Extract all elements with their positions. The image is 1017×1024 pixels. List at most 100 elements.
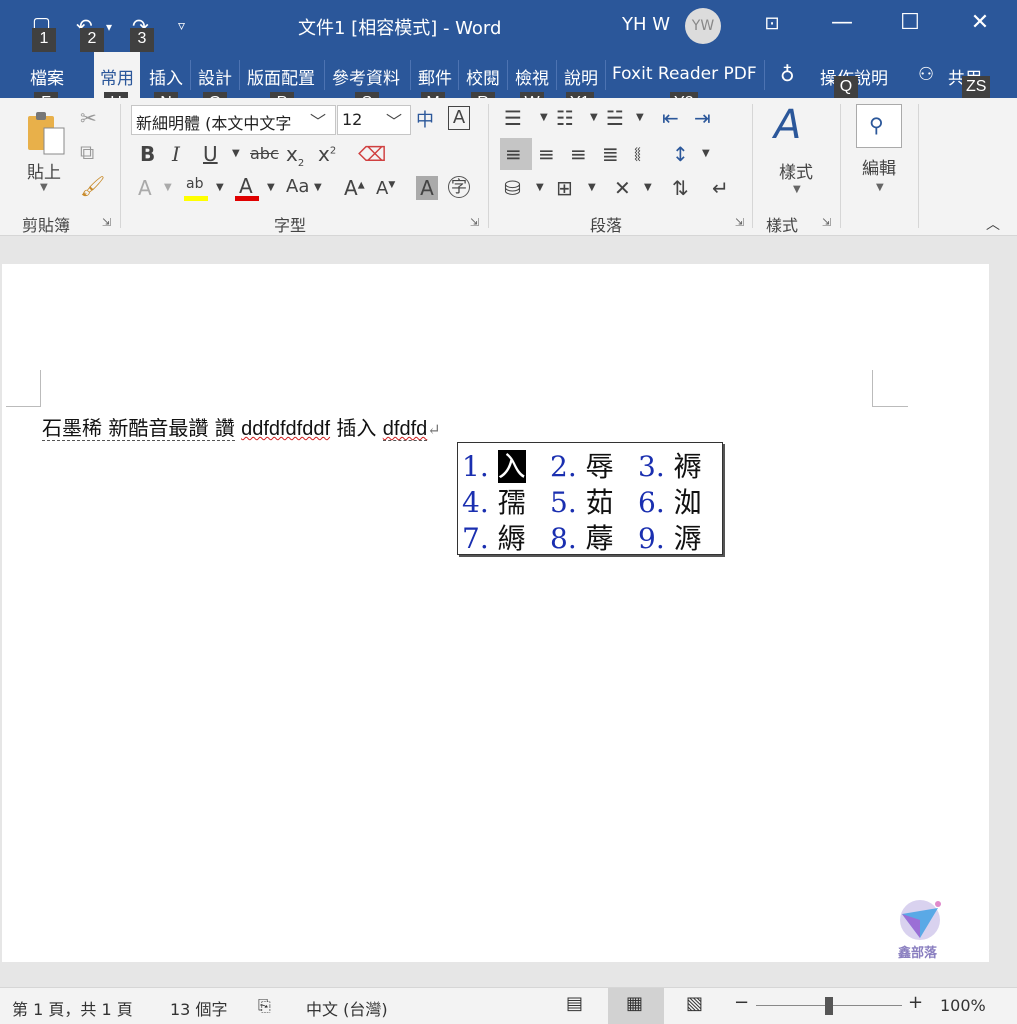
avatar[interactable]: YW bbox=[685, 8, 721, 44]
undo-dropdown-icon[interactable]: ▾ bbox=[106, 20, 112, 34]
distributed-icon[interactable]: ⧛ bbox=[634, 142, 641, 166]
paste-button[interactable]: 貼上 bbox=[27, 158, 61, 183]
italic-icon[interactable]: I bbox=[172, 142, 180, 166]
share-icon[interactable]: ⚇ bbox=[918, 64, 934, 85]
font-color-dropdown-icon[interactable]: ▼ bbox=[267, 182, 275, 193]
superscript-icon[interactable]: x2 bbox=[318, 142, 336, 166]
subscript-icon[interactable]: x2 bbox=[286, 142, 304, 169]
multilevel-dropdown-icon[interactable]: ▼ bbox=[636, 112, 644, 123]
page-count[interactable]: 第 1 頁，共 1 頁 bbox=[12, 996, 133, 1020]
asian-layout-icon[interactable]: ✕ bbox=[614, 176, 631, 200]
tab-help[interactable]: 說明 bbox=[564, 64, 598, 89]
borders-dropdown-icon[interactable]: ▼ bbox=[588, 182, 596, 193]
show-hide-marks-icon[interactable]: ↵ bbox=[712, 176, 729, 200]
phonetic-guide-icon[interactable]: 中 bbox=[416, 106, 434, 132]
bold-icon[interactable]: B bbox=[140, 142, 155, 166]
word-count[interactable]: 13 個字 bbox=[170, 996, 227, 1020]
candidate-item[interactable]: 6. 洳 bbox=[638, 481, 702, 521]
sort-icon[interactable]: ⇅ bbox=[672, 176, 689, 200]
font-size-dropdown-icon[interactable]: ﹀ bbox=[386, 108, 403, 132]
font-name-combobox[interactable]: 新細明體 (本文中文字 bbox=[131, 105, 336, 135]
zoom-slider-thumb[interactable] bbox=[825, 997, 833, 1015]
editing-dropdown-icon[interactable]: ▼ bbox=[876, 182, 884, 193]
paste-icon[interactable] bbox=[26, 112, 66, 156]
bullets-icon[interactable]: ☰ bbox=[504, 106, 522, 130]
asian-layout-dropdown-icon[interactable]: ▼ bbox=[644, 182, 652, 193]
editing-button[interactable]: 編輯 bbox=[862, 154, 896, 179]
numbering-dropdown-icon[interactable]: ▼ bbox=[590, 112, 598, 123]
bullets-dropdown-icon[interactable]: ▼ bbox=[540, 112, 548, 123]
align-right-icon[interactable]: ≡ bbox=[570, 142, 587, 166]
font-launcher-icon[interactable]: ⇲ bbox=[470, 216, 479, 229]
language-status[interactable]: 中文 (台灣) bbox=[306, 996, 388, 1020]
shading-icon[interactable]: ⛁ bbox=[504, 176, 521, 200]
numbering-icon[interactable]: ☷ bbox=[556, 106, 574, 130]
tab-review[interactable]: 校閱 bbox=[466, 64, 500, 89]
document-page[interactable]: 鑫部落 bbox=[2, 264, 989, 962]
user-name[interactable]: YH W bbox=[622, 14, 670, 35]
tab-view[interactable]: 檢視 bbox=[515, 64, 549, 89]
character-border-icon[interactable]: A bbox=[448, 106, 470, 130]
web-layout-icon[interactable]: ▧ bbox=[686, 993, 703, 1014]
cut-icon[interactable]: ✂ bbox=[80, 106, 97, 130]
shrink-font-icon[interactable]: A▼ bbox=[376, 178, 395, 199]
tab-mailings[interactable]: 郵件 bbox=[418, 64, 452, 89]
styles-icon[interactable]: A bbox=[774, 102, 801, 148]
increase-indent-icon[interactable]: ⇥ bbox=[694, 106, 711, 130]
paragraph-launcher-icon[interactable]: ⇲ bbox=[735, 216, 744, 229]
maximize-icon[interactable]: ☐ bbox=[890, 10, 930, 35]
candidate-item[interactable]: 2. 辱 bbox=[550, 445, 614, 485]
candidate-item[interactable]: 4. 孺 bbox=[462, 481, 526, 521]
read-mode-icon[interactable]: ▤ bbox=[566, 993, 583, 1014]
tab-layout[interactable]: 版面配置 bbox=[247, 64, 315, 89]
candidate-item[interactable]: 1. 入 bbox=[462, 445, 526, 485]
zoom-level[interactable]: 100% bbox=[940, 996, 986, 1015]
zoom-out-icon[interactable]: − bbox=[734, 992, 749, 1013]
underline-dropdown-icon[interactable]: ▼ bbox=[232, 148, 240, 159]
align-center-icon[interactable]: ≡ bbox=[538, 142, 555, 166]
clipboard-launcher-icon[interactable]: ⇲ bbox=[102, 216, 111, 229]
tab-insert[interactable]: 插入 bbox=[149, 64, 183, 89]
find-icon[interactable]: ⚲ bbox=[856, 104, 902, 148]
candidate-item[interactable]: 8. 蓐 bbox=[550, 517, 614, 557]
copy-icon[interactable]: ⧉ bbox=[80, 140, 94, 164]
change-case-icon[interactable]: Aa bbox=[286, 176, 309, 197]
multilevel-list-icon[interactable]: ☱ bbox=[606, 106, 624, 130]
line-spacing-icon[interactable]: ↕ bbox=[672, 142, 689, 166]
tab-design[interactable]: 設計 bbox=[198, 64, 232, 89]
candidate-item[interactable]: 3. 褥 bbox=[638, 445, 702, 485]
format-painter-icon[interactable]: 🖌 bbox=[80, 174, 105, 198]
text-effects-dropdown-icon[interactable]: ▼ bbox=[164, 182, 172, 193]
underline-icon[interactable]: U bbox=[203, 142, 218, 166]
candidate-item[interactable]: 7. 縟 bbox=[462, 517, 526, 557]
minimize-icon[interactable]: — bbox=[822, 10, 862, 35]
proofing-icon[interactable]: ⎘ bbox=[258, 996, 271, 1016]
styles-button[interactable]: 樣式 bbox=[779, 158, 813, 183]
borders-icon[interactable]: ⊞ bbox=[556, 176, 573, 200]
highlight-color-icon[interactable]: ab bbox=[184, 176, 210, 202]
candidate-item[interactable]: 9. 溽 bbox=[638, 517, 702, 557]
styles-launcher-icon[interactable]: ⇲ bbox=[822, 216, 831, 229]
candidate-item[interactable]: 5. 茹 bbox=[550, 481, 614, 521]
document-text[interactable]: 石墨稀 新酷音最讚 讚 ddfdfdfddf 插入 dfdfd↵ bbox=[42, 412, 441, 441]
grow-font-icon[interactable]: A▲ bbox=[344, 176, 365, 200]
tab-references[interactable]: 參考資料 bbox=[332, 64, 400, 89]
font-name-dropdown-icon[interactable]: ﹀ bbox=[310, 108, 327, 132]
close-icon[interactable]: ✕ bbox=[960, 10, 1000, 35]
customize-quick-access-icon[interactable]: ▿ bbox=[178, 18, 185, 34]
text-effects-icon[interactable]: A bbox=[138, 176, 152, 200]
font-color-icon[interactable]: A bbox=[235, 174, 261, 202]
zoom-in-icon[interactable]: + bbox=[908, 992, 923, 1013]
justify-icon[interactable]: ≣ bbox=[602, 142, 619, 166]
tab-foxit-reader-pdf[interactable]: Foxit Reader PDF bbox=[612, 64, 757, 84]
change-case-dropdown-icon[interactable]: ▼ bbox=[314, 182, 322, 193]
tab-file[interactable]: 檔案 bbox=[30, 64, 64, 89]
paste-dropdown-icon[interactable]: ▼ bbox=[40, 182, 48, 193]
strikethrough-icon[interactable]: abc bbox=[250, 144, 279, 163]
enclose-characters-icon[interactable]: 字 bbox=[448, 176, 470, 198]
clear-formatting-icon[interactable]: ⌫ bbox=[358, 142, 386, 166]
line-spacing-dropdown-icon[interactable]: ▼ bbox=[702, 148, 710, 159]
ribbon-display-options-icon[interactable]: ⊡ bbox=[752, 13, 792, 34]
lightbulb-icon[interactable]: ♁ bbox=[780, 62, 795, 86]
shading-dropdown-icon[interactable]: ▼ bbox=[536, 182, 544, 193]
